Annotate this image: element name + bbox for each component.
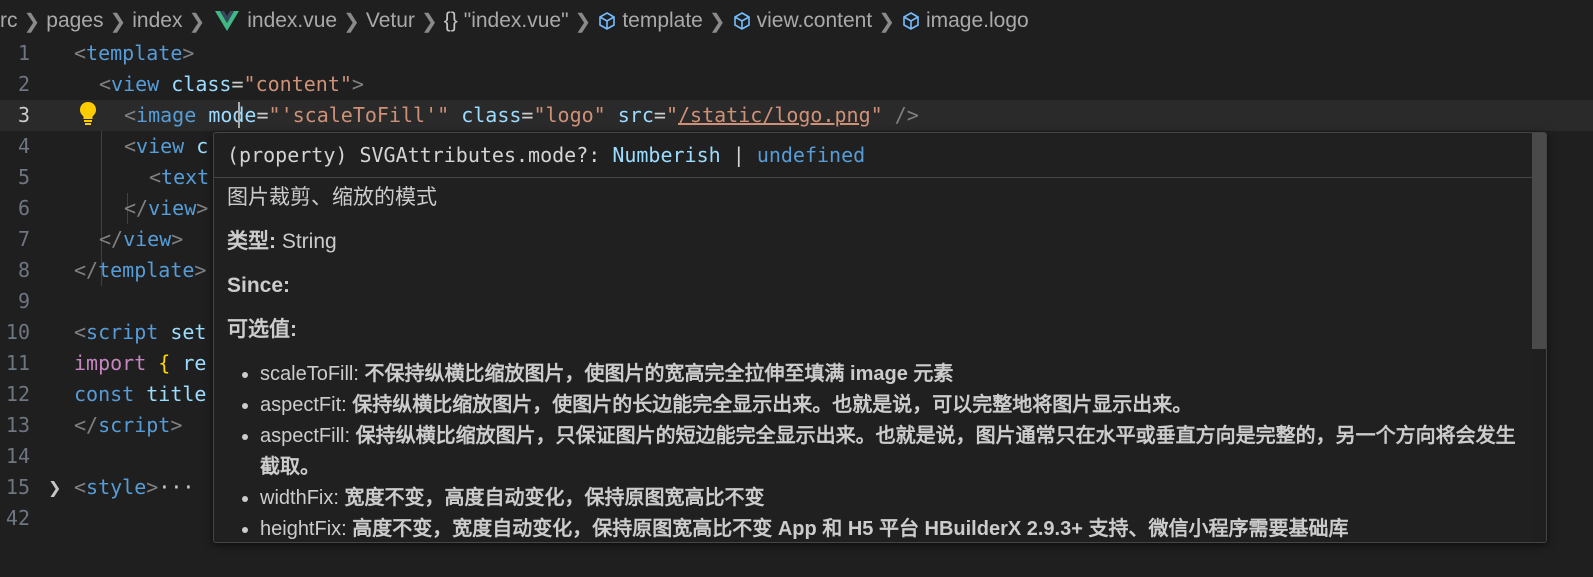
hover-signature: (property) SVGAttributes.mode?: Numberis… (214, 133, 1546, 178)
breadcrumb-template-label: template (622, 9, 703, 32)
lightbulb-icon[interactable] (78, 101, 98, 125)
chevron-right-icon: ❯ (878, 10, 895, 33)
line-number: 42 (5, 506, 30, 530)
line-number: 2 (17, 72, 30, 96)
code-text: <view c (124, 134, 209, 158)
breadcrumb-item-image-logo[interactable]: image.logo (901, 9, 1029, 33)
code-text: </view> (124, 196, 209, 220)
breadcrumb-item-module[interactable]: {} "index.vue" (444, 9, 569, 33)
chevron-right-icon: ❯ (708, 10, 726, 33)
breadcrumb-item-vetur[interactable]: Vetur (366, 9, 415, 33)
line-number: 13 (5, 413, 30, 437)
breadcrumb: rc ❯ pages ❯ index ❯ index.vue ❯ Vetur ❯… (0, 0, 1593, 42)
hover-description: 图片裁剪、缩放的模式 (227, 186, 437, 209)
code-line[interactable]: 1 <template> (0, 38, 1593, 69)
breadcrumb-module-label: "index.vue" (463, 9, 569, 32)
line-number: 6 (17, 196, 30, 220)
hover-tooltip: (property) SVGAttributes.mode?: Numberis… (213, 132, 1547, 543)
code-text: </script> (74, 413, 183, 437)
chevron-right-icon: ❯ (109, 10, 127, 33)
line-number: 15 (5, 475, 30, 499)
hover-scrollbar[interactable] (1532, 133, 1546, 542)
src-link[interactable]: /static/logo.png (678, 103, 871, 127)
line-number: 8 (17, 258, 30, 282)
code-text: const title (74, 382, 207, 406)
breadcrumb-item-src[interactable]: rc (0, 9, 18, 33)
chevron-right-icon: ❯ (420, 10, 438, 33)
chevron-right-icon: ❯ (23, 10, 41, 33)
chevron-right-icon: ❯ (188, 10, 206, 33)
code-text: </view> (99, 227, 184, 251)
breadcrumb-item-index[interactable]: index (132, 9, 182, 33)
cube-icon (733, 12, 750, 30)
breadcrumb-image-label: image.logo (925, 9, 1029, 32)
list-item: aspectFill: 保持纵横比缩放图片，只保证图片的短边能完全显示出来。也就… (260, 421, 1516, 483)
chevron-right-icon: ❯ (343, 10, 360, 33)
code-text: </template> (74, 258, 207, 282)
list-item: widthFix: 宽度不变，高度自动变化，保持原图宽高比不变 (260, 483, 1516, 514)
vue-icon (215, 11, 240, 31)
cube-icon (599, 12, 616, 30)
breadcrumb-item-view-content[interactable]: view.content (732, 9, 873, 33)
folded-ellipsis[interactable]: ··· (158, 475, 194, 499)
list-item: aspectFit: 保持纵横比缩放图片，使图片的长边能完全显示出来。也就是说，… (260, 390, 1516, 421)
text-cursor (238, 102, 240, 128)
code-text: <style>··· (74, 475, 195, 499)
line-number: 4 (17, 134, 30, 158)
breadcrumb-view-label: view.content (756, 9, 873, 32)
hover-options-label: 可选值: (227, 318, 297, 341)
code-text: import { re (74, 351, 207, 375)
line-number: 14 (5, 444, 30, 468)
hover-type: 类型: String (227, 230, 337, 253)
code-text: <image mode="'scaleToFill'" class="logo"… (124, 103, 919, 127)
line-number: 12 (5, 382, 30, 406)
code-text: <view class="content"> (99, 72, 364, 96)
list-item: heightFix: 高度不变，宽度自动变化，保持原图宽高比不变 App 和 H… (260, 514, 1516, 542)
chevron-right-icon: ❯ (574, 10, 592, 33)
code-text: <text (149, 165, 210, 189)
breadcrumb-item-file[interactable]: index.vue (211, 9, 337, 33)
hover-documentation: 图片裁剪、缩放的模式 类型: String Since: 可选值: scaleT… (227, 183, 1516, 542)
fold-chevron-icon[interactable]: ❯ (48, 472, 61, 503)
line-number: 10 (5, 320, 30, 344)
list-item: scaleToFill: 不保持纵横比缩放图片，使图片的宽高完全拉伸至填满 im… (260, 359, 1516, 390)
hover-options-list: scaleToFill: 不保持纵横比缩放图片，使图片的宽高完全拉伸至填满 im… (227, 359, 1516, 542)
line-number: 11 (5, 351, 30, 375)
code-text: <script set (74, 320, 207, 344)
breadcrumb-file-label: index.vue (247, 9, 338, 32)
line-number: 9 (17, 289, 30, 313)
line-number: 5 (17, 165, 30, 189)
breadcrumb-item-template[interactable]: template (597, 9, 703, 33)
scrollbar-thumb[interactable] (1532, 133, 1546, 349)
line-number: 7 (17, 227, 30, 251)
line-number: 3 (17, 103, 30, 127)
line-number: 1 (17, 41, 30, 65)
breadcrumb-item-pages[interactable]: pages (46, 9, 103, 33)
code-line[interactable]: 2 <view class="content"> (0, 69, 1593, 100)
cube-icon (903, 12, 919, 30)
hover-since: Since: (227, 274, 291, 297)
code-text: <template> (74, 41, 195, 65)
braces-icon: {} (443, 9, 458, 32)
